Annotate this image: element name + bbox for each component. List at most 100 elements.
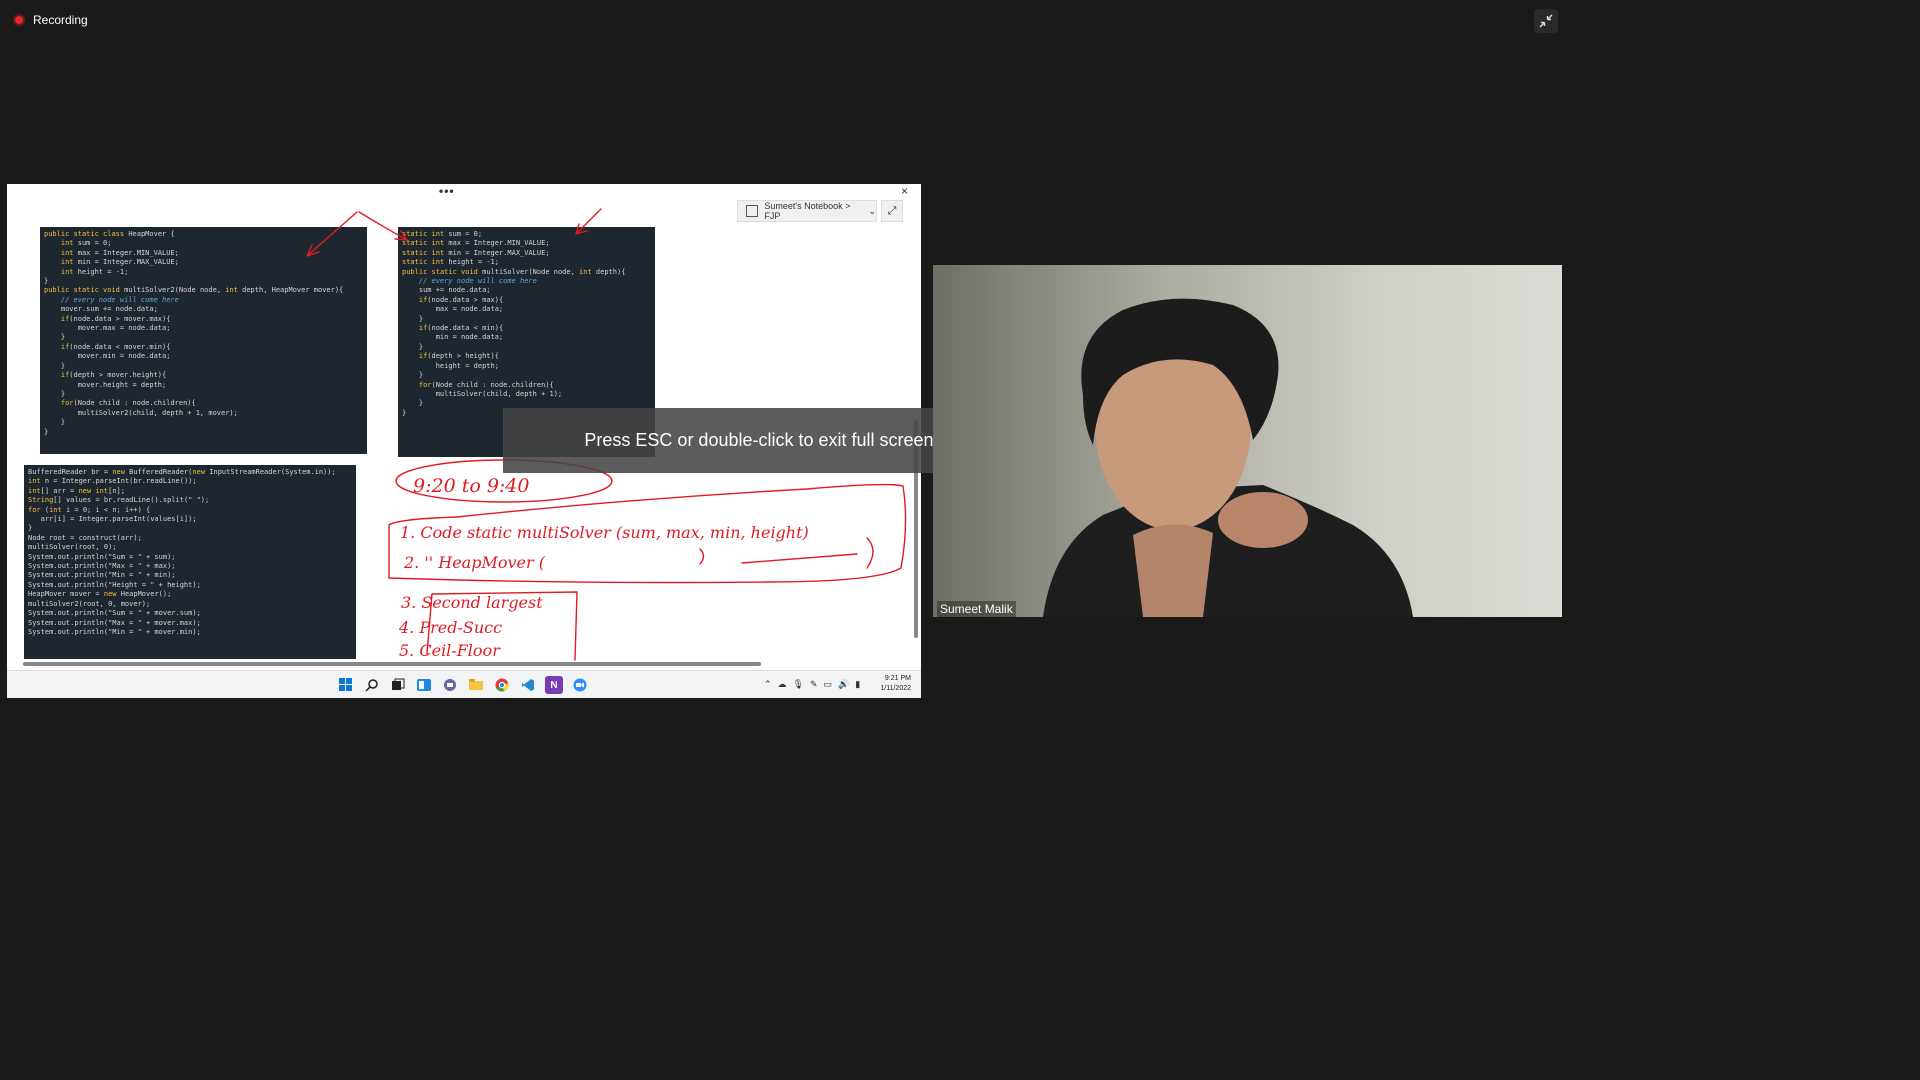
code-line: mover.sum += node.data; [44,305,158,314]
windows-icon[interactable] [337,676,355,694]
ink-list-bracket [426,591,578,661]
participant-silhouette [1043,298,1413,617]
share-window-bar: ••• × [7,184,921,200]
horizontal-scrollbar[interactable] [7,659,917,669]
code-line: mover.max = node.data; [44,324,171,333]
code-line: int height = -1; [60,267,129,276]
code-line: for (int i = 0; i < n; i++) { [28,505,151,514]
clock-date: 1/11/2022 [880,685,911,692]
ink-item-1: 1. Code static multiSolver (sum, max, mi… [400,523,809,542]
code-line: if(node.data < mover.min){ [60,342,171,351]
microphone-icon[interactable]: 🎙 [793,679,804,690]
code-line: System.out.println("Max = " + mover.max)… [28,618,201,627]
chat-icon[interactable] [441,676,459,694]
chevron-up-icon[interactable]: ⌃ [764,679,772,690]
code-block-main: BufferedReader br = new BufferedReader(n… [24,465,356,659]
code-line: } [44,277,49,286]
ink-item-4: 4. Pred-Succ [398,618,502,637]
recording-indicator[interactable]: Recording [13,13,88,27]
cloud-icon[interactable]: ☁ [778,679,787,690]
expand-button[interactable]: ⤢ [881,200,903,222]
participant-name: Sumeet Malik [937,601,1016,617]
clock-time: 9:21 PM [884,675,911,682]
ink-time-text: 9:20 to 9:40 [413,475,530,497]
more-options-button[interactable]: ••• [439,184,455,198]
display-icon[interactable]: ▭ [824,679,833,690]
code-line: System.out.println("Sum = " + sum); [28,552,176,561]
record-icon [13,14,25,26]
code-line: } [402,314,424,323]
code-line: if(node.data > mover.max){ [60,314,171,323]
code-line: // every node will come here [44,295,179,304]
code-line: for(Node child : node.children){ [418,380,554,389]
code-line: static int min = Integer.MAX_VALUE; [402,248,550,257]
horizontal-scroll-thumb[interactable] [23,662,761,666]
code-line: Node root = construct(arr); [28,533,142,542]
code-line: } [44,418,66,427]
search-icon[interactable] [363,676,381,694]
code-line: int n = Integer.parseInt(br.readLine()); [28,477,197,486]
participant-video[interactable] [933,265,1562,617]
zoom-icon[interactable] [571,676,589,694]
code-line: // every node will come here [402,277,537,286]
code-line: public static void multiSolver2(Node nod… [44,286,344,295]
code-line: System.out.println("Min = " + mover.min)… [28,627,201,636]
volume-icon[interactable]: 🔊 [838,679,849,690]
chevron-down-icon: ⌄ [868,205,876,216]
code-line: min = node.data; [402,333,504,342]
code-line: System.out.println("Sum = " + mover.sum)… [28,609,201,618]
meeting-top-bar: Recording [0,0,1568,42]
code-line: } [44,333,66,342]
battery-icon[interactable]: ▮ [855,679,860,690]
code-line: arr[i] = Integer.parseInt(values[i]); [28,515,197,524]
ink-item-3: 3. Second largest [401,593,543,612]
code-line: String[] values = br.readLine().split(" … [28,496,210,505]
code-line: System.out.println("Height = " + height)… [28,580,201,589]
file-explorer-icon[interactable] [467,676,485,694]
code-line: if(depth > height){ [418,352,499,361]
code-line: sum += node.data; [402,286,491,295]
code-line: multiSolver2(root, 0, mover); [28,599,151,608]
notebook-breadcrumb[interactable]: Sumeet's Notebook > FJP ⌄ [737,200,877,222]
taskbar-clock[interactable]: 9:21 PM 1/11/2022 [875,674,911,694]
code-line: } [402,371,424,380]
ink-item-5: 5. Ceil-Floor [399,641,501,660]
code-block-heapmover: public static class HeapMover { int sum … [40,227,367,454]
code-line: System.out.println("Max = " + max); [28,562,176,571]
code-line: public static class HeapMover { [44,230,175,238]
code-line: for(Node child : node.children){ [60,399,196,408]
pen-icon[interactable]: ✎ [810,679,818,690]
code-line: int min = Integer.MAX_VALUE; [60,258,179,267]
exit-fullscreen-button[interactable] [1534,9,1558,33]
windows-taskbar: N ⌃ ☁ 🎙 ✎ ▭ 🔊 ▮ 9:21 PM 1/11/2022 [7,670,921,698]
code-line: static int height = -1; [402,258,499,267]
code-line: if(node.data < min){ [418,324,504,333]
code-line: multiSolver(child, depth + 1); [402,389,563,398]
ink-paren-open [699,548,705,565]
code-line: static int sum = 0; [402,230,483,238]
ink-item-2: 2. '' HeapMover ( [403,553,546,572]
system-tray: ⌃ ☁ 🎙 ✎ ▭ 🔊 ▮ [764,679,860,690]
chrome-icon[interactable] [493,676,511,694]
vscode-icon[interactable] [519,676,537,694]
task-view-icon[interactable] [389,676,407,694]
code-line: System.out.println("Min = " + min); [28,571,176,580]
code-line: } [44,389,66,398]
notebook-label: Sumeet's Notebook > FJP [764,201,851,221]
code-line: } [28,524,33,533]
code-line: HeapMover mover = new HeapMover(); [28,590,172,599]
code-line: max = node.data; [402,305,504,314]
toast-text: Press ESC or double-click to exit full s… [584,430,984,450]
code-line: multiSolver2(child, depth + 1, mover); [44,408,238,417]
code-line: if(node.data > max){ [418,295,504,304]
code-line: } [402,342,424,351]
ink-paren-close [866,537,874,569]
onenote-icon[interactable]: N [545,676,563,694]
ink-dash-line [741,553,858,564]
code-line: BufferedReader br = new BufferedReader(n… [28,468,336,476]
widgets-icon[interactable] [415,676,433,694]
close-button[interactable]: × [901,184,908,198]
code-line: multiSolver(root, 0); [28,543,117,552]
code-line: int max = Integer.MIN_VALUE; [60,248,179,257]
code-line: mover.min = node.data; [44,352,171,361]
